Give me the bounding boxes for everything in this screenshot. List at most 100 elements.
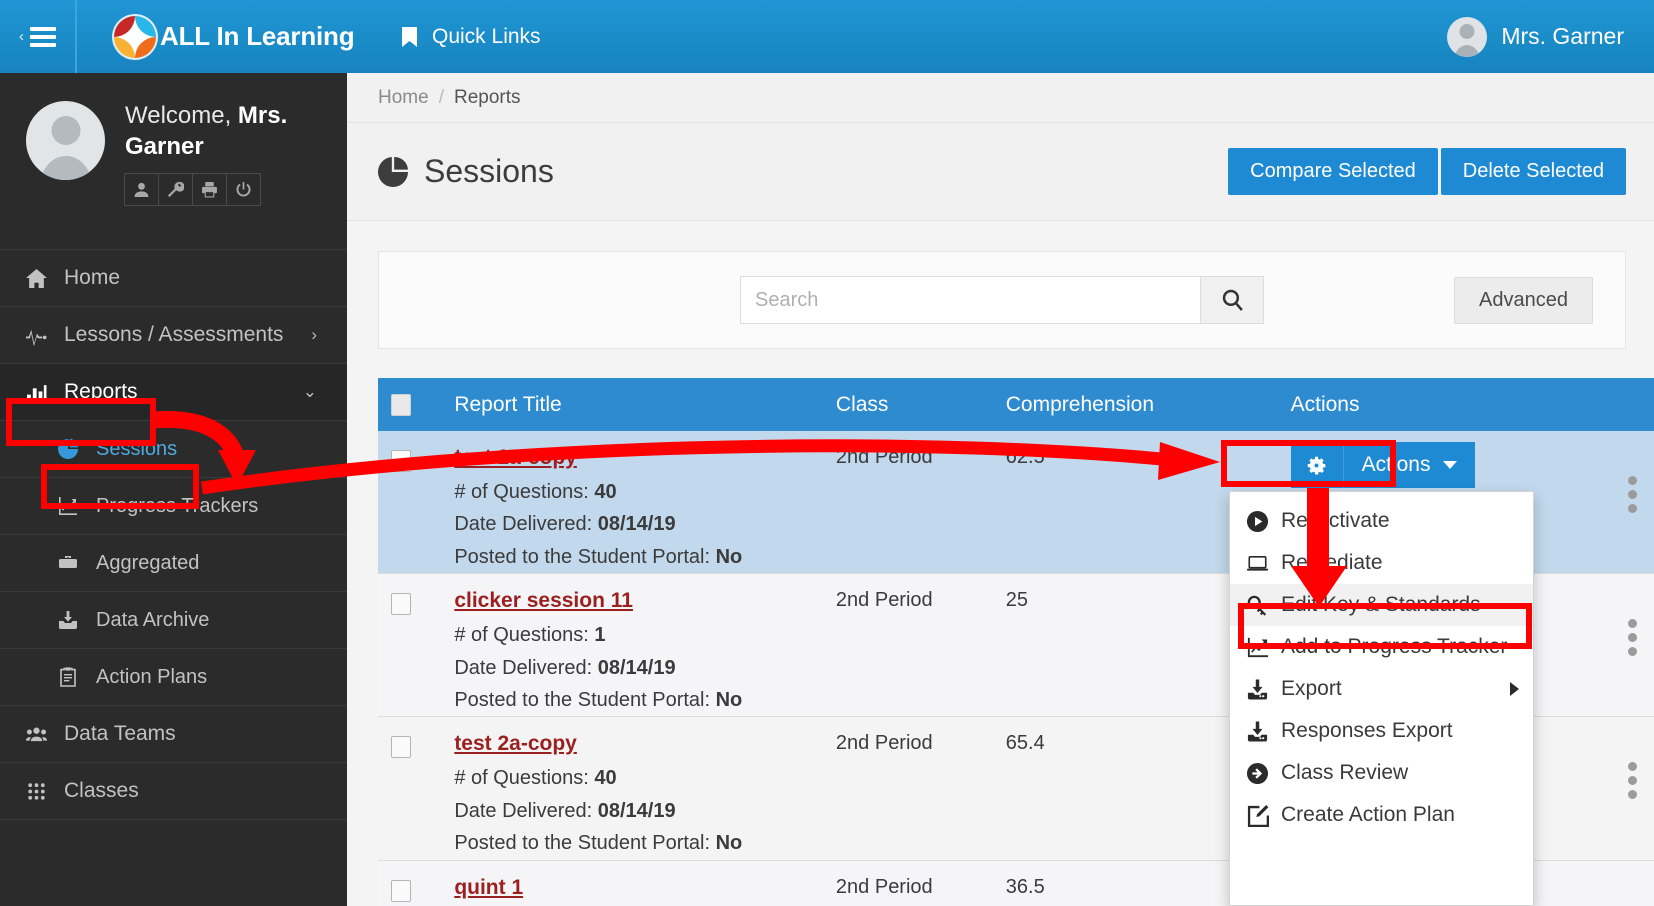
posted-value: No bbox=[715, 545, 743, 568]
row-drag-handle-icon[interactable] bbox=[1611, 732, 1654, 800]
sidebar-item-progress-trackers[interactable]: Progress Trackers bbox=[0, 478, 347, 535]
breadcrumb-current: Reports bbox=[453, 86, 521, 108]
sidebar-item-data-archive[interactable]: Data Archive bbox=[0, 592, 347, 649]
actions-gear-button[interactable] bbox=[1290, 442, 1344, 488]
row-select-cell bbox=[378, 431, 454, 574]
column-header-grip bbox=[1610, 378, 1654, 431]
play-circle-icon bbox=[1246, 510, 1269, 532]
row-drag-handle-icon[interactable] bbox=[1611, 446, 1654, 513]
user-name-label: Mrs. Garner bbox=[1501, 23, 1624, 49]
row-class-cell: 2nd Period bbox=[835, 446, 933, 468]
sidebar-toggle-button[interactable]: ‹ bbox=[0, 0, 75, 73]
line-chart-icon bbox=[1247, 637, 1269, 657]
actions-button-group[interactable]: Actions bbox=[1290, 442, 1611, 488]
search-panel: Advanced bbox=[378, 251, 1626, 349]
row-posted: Posted to the Student Portal: No bbox=[454, 541, 836, 573]
menu-item-remediate[interactable]: Remediate bbox=[1230, 542, 1533, 584]
user-avatar bbox=[1447, 16, 1488, 57]
sidebar-item-label-lessons: Lessons / Assessments bbox=[64, 323, 284, 346]
profile-settings-button[interactable] bbox=[158, 173, 193, 207]
menu-item-class-review[interactable]: Class Review bbox=[1230, 752, 1533, 794]
select-all-checkbox[interactable] bbox=[391, 393, 411, 416]
page-title-label: Sessions bbox=[424, 153, 554, 189]
row-checkbox[interactable] bbox=[391, 593, 411, 616]
sidebar-item-label-action-plans: Action Plans bbox=[96, 665, 208, 688]
search-button[interactable] bbox=[1200, 276, 1264, 324]
sidebar-item-label-sessions: Sessions bbox=[96, 437, 178, 460]
user-icon bbox=[134, 183, 149, 198]
laptop-icon bbox=[1246, 555, 1269, 571]
sidebar-item-classes[interactable]: Classes bbox=[0, 763, 347, 820]
row-select-cell bbox=[378, 717, 454, 860]
sidebar-item-data-teams[interactable]: Data Teams bbox=[0, 706, 347, 763]
search-icon bbox=[1222, 289, 1243, 311]
bookmark-icon bbox=[402, 26, 417, 47]
brand-logo-area[interactable]: ALL In Learning bbox=[75, 0, 355, 73]
questions-value: 1 bbox=[594, 624, 606, 647]
menu-item-label: Create Action Plan bbox=[1281, 803, 1455, 826]
column-header-class[interactable]: Class bbox=[835, 378, 1006, 431]
download-icon bbox=[1247, 679, 1268, 699]
row-grip-cell[interactable] bbox=[1611, 717, 1654, 860]
actions-dropdown-button[interactable]: Actions bbox=[1343, 442, 1475, 488]
profile-logout-button[interactable] bbox=[226, 173, 261, 207]
sidebar-item-reports[interactable]: Reports ⌄ bbox=[0, 364, 347, 421]
actions-button-label: Actions bbox=[1361, 453, 1431, 476]
row-class-cell: 2nd Period bbox=[835, 589, 933, 612]
clipboard-icon bbox=[58, 667, 92, 687]
compare-selected-button[interactable]: Compare Selected bbox=[1228, 148, 1438, 195]
report-title-link[interactable]: quint 1 bbox=[454, 876, 523, 900]
menu-item-label: Re-Activate bbox=[1281, 509, 1390, 532]
posted-label: Posted to the Student Portal: bbox=[454, 832, 711, 855]
pie-chart-icon bbox=[378, 156, 408, 187]
menu-item-create-action-plan[interactable]: Create Action Plan bbox=[1230, 794, 1533, 836]
row-grip-cell[interactable] bbox=[1611, 574, 1654, 717]
row-date: Date Delivered: 08/14/19 bbox=[454, 795, 836, 827]
sidebar-item-sessions[interactable]: Sessions bbox=[0, 421, 347, 478]
line-chart-icon bbox=[58, 496, 92, 516]
questions-value: 40 bbox=[594, 767, 617, 790]
report-title-link[interactable]: test 2a-copy bbox=[454, 732, 577, 756]
all-in-learning-logo-icon bbox=[114, 15, 156, 58]
menu-item-export[interactable]: Export bbox=[1230, 668, 1533, 710]
questions-value: 40 bbox=[594, 481, 617, 503]
menu-item-add-to-progress-tracker[interactable]: Add to Progress Tracker bbox=[1230, 626, 1533, 668]
menu-item-label: Export bbox=[1281, 677, 1342, 700]
profile-print-button[interactable] bbox=[192, 173, 227, 207]
grid-dots-icon bbox=[26, 781, 60, 802]
row-checkbox[interactable] bbox=[391, 450, 411, 472]
row-drag-handle-icon[interactable] bbox=[1611, 589, 1654, 657]
menu-item-edit-key-standards[interactable]: Edit Key & Standards bbox=[1230, 584, 1533, 626]
report-title-link[interactable]: test 2a-copy bbox=[454, 446, 577, 470]
briefcase-icon bbox=[58, 553, 92, 573]
hamburger-menu-icon bbox=[30, 23, 56, 51]
column-header-comprehension[interactable]: Comprehension bbox=[1005, 378, 1291, 431]
menu-item-label: Remediate bbox=[1281, 551, 1383, 574]
report-title-link[interactable]: clicker session 11 bbox=[454, 589, 633, 613]
breadcrumb-home-link[interactable]: Home bbox=[378, 87, 429, 109]
row-grip-cell[interactable] bbox=[1611, 431, 1654, 574]
sidebar-item-aggregated[interactable]: Aggregated bbox=[0, 535, 347, 592]
sidebar-item-lessons-assessments[interactable]: Lessons / Assessments › bbox=[0, 307, 347, 364]
quick-links-button[interactable]: Quick Links bbox=[401, 25, 541, 49]
row-checkbox[interactable] bbox=[391, 879, 411, 902]
search-group bbox=[740, 276, 1264, 324]
sidebar-item-action-plans[interactable]: Action Plans bbox=[0, 649, 347, 706]
search-input[interactable] bbox=[740, 276, 1200, 324]
row-checkbox[interactable] bbox=[391, 736, 411, 759]
menu-item-re-activate[interactable]: Re-Activate bbox=[1230, 500, 1533, 542]
delete-selected-button[interactable]: Delete Selected bbox=[1440, 148, 1626, 195]
advanced-search-button[interactable]: Advanced bbox=[1454, 277, 1593, 324]
sidebar-item-label-data-archive: Data Archive bbox=[96, 608, 210, 631]
menu-item-responses-export[interactable]: Responses Export bbox=[1230, 710, 1533, 752]
sidebar-item-label-reports: Reports bbox=[64, 380, 138, 403]
column-header-report-title[interactable]: Report Title bbox=[454, 378, 836, 431]
row-grip-cell[interactable] bbox=[1611, 860, 1654, 906]
sidebar-item-home[interactable]: Home bbox=[0, 250, 347, 307]
edit-square-icon bbox=[1247, 804, 1269, 827]
row-date: Date Delivered: 08/14/19 bbox=[454, 652, 836, 684]
profile-quick-buttons bbox=[124, 173, 315, 207]
row-questions: # of Questions: 40 bbox=[454, 476, 836, 508]
profile-user-button[interactable] bbox=[124, 173, 159, 207]
user-menu-button[interactable]: Mrs. Garner bbox=[1447, 16, 1624, 57]
